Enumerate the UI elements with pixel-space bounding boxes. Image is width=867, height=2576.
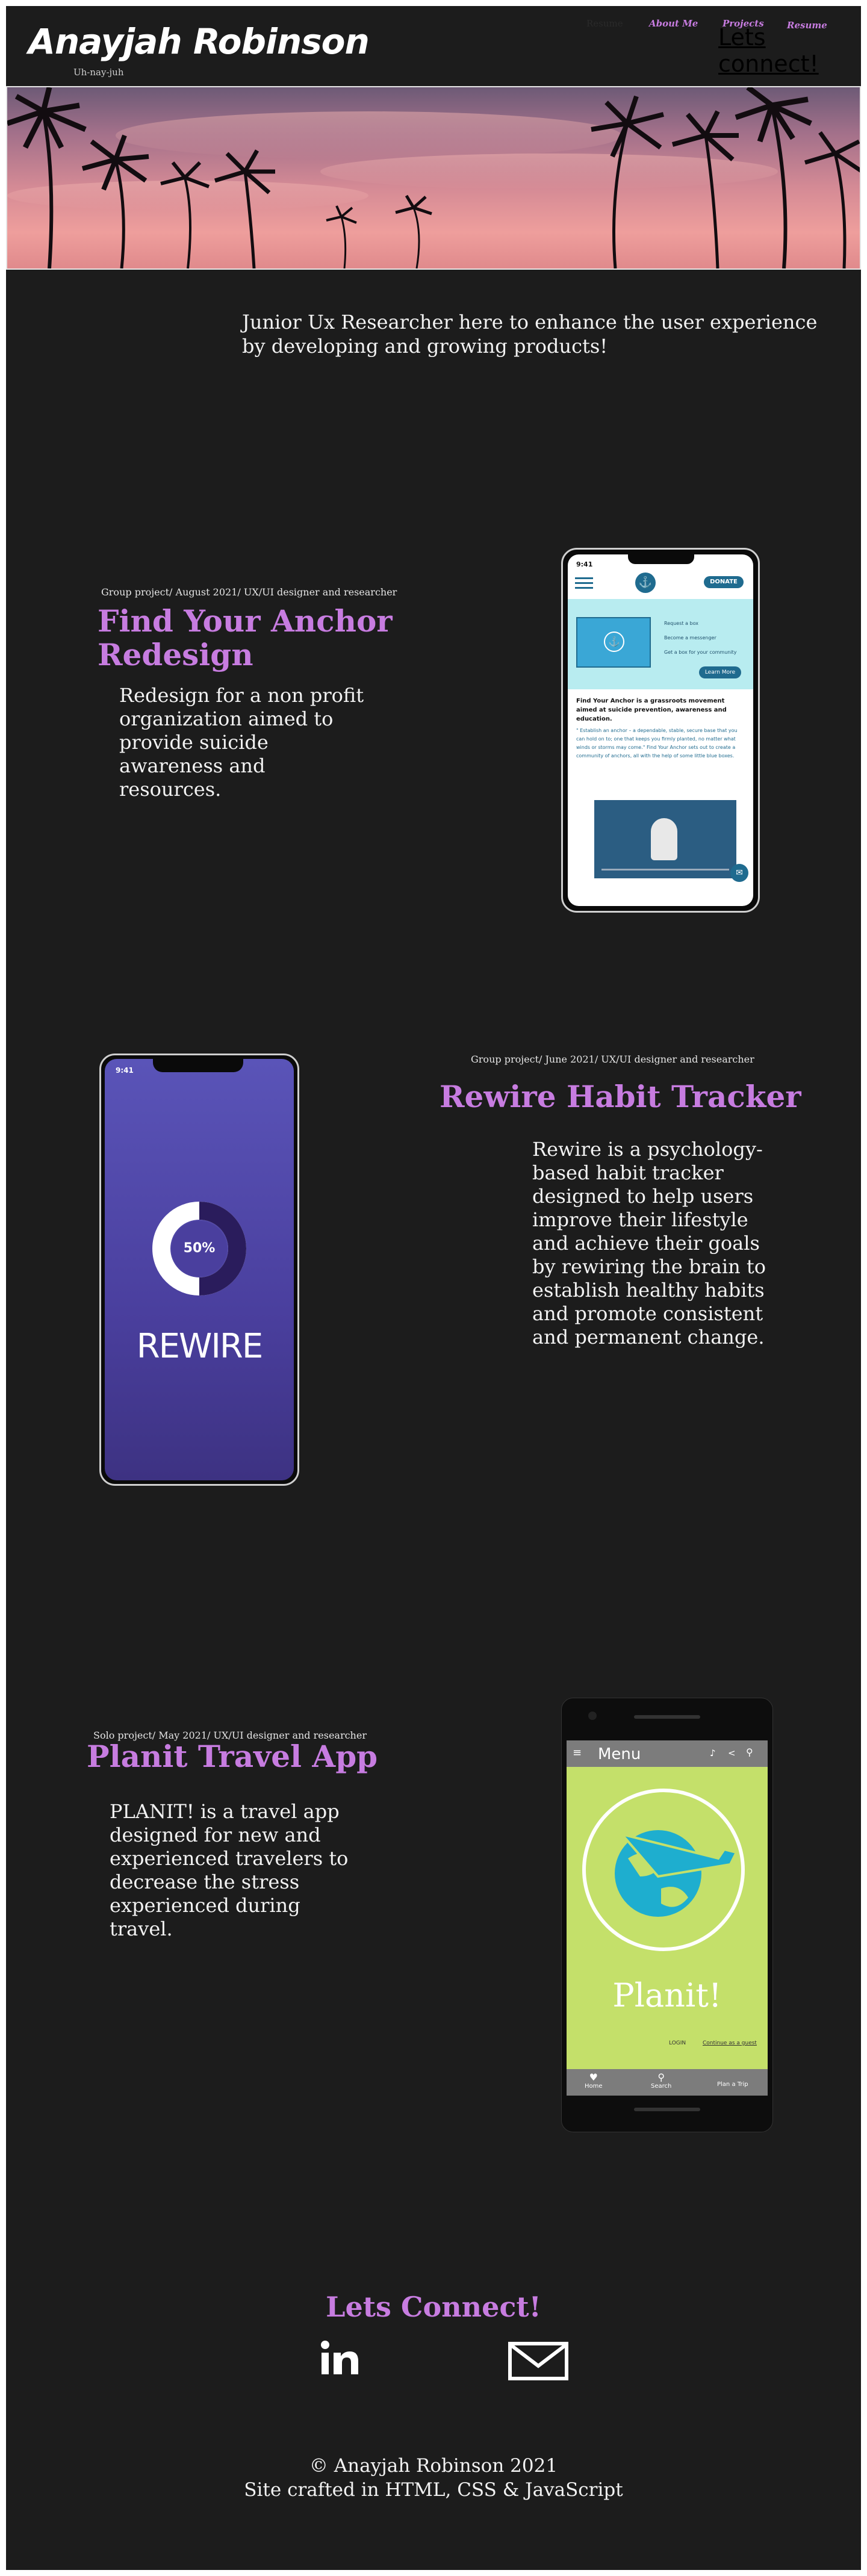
bell-icon[interactable]: ♪: [710, 1748, 716, 1758]
email-icon[interactable]: [508, 2342, 568, 2380]
status-time: 9:41: [576, 560, 593, 568]
rewire-mockup[interactable]: 9:41 50% REWIRE: [99, 1054, 299, 1486]
find-your-anchor-mockup[interactable]: 9:41 ⚓ DONATE ⚓ Request a box Become a m…: [561, 548, 760, 913]
donate-button[interactable]: DONATE: [704, 576, 744, 588]
mockup-body: " Establish an anchor – a dependable, st…: [576, 728, 738, 759]
phone-notch: [628, 554, 694, 564]
footer-copyright: © Anayjah Robinson 2021: [309, 2455, 558, 2477]
bottom-tab-bar: ♥ Home ⚲ Search Plan a Trip: [567, 2069, 768, 2096]
menu-icon[interactable]: ≡: [573, 1746, 582, 1759]
project-description: Rewire is a psychology-based habit track…: [532, 1138, 766, 1349]
share-icon[interactable]: <: [728, 1748, 736, 1758]
status-time: 9:41: [116, 1066, 134, 1075]
menu-item[interactable]: Become a messenger: [664, 635, 716, 641]
planit-mockup[interactable]: ≡ Menu ♪ < ⚲ Planit! LOGIN Continue as a…: [561, 1698, 773, 2132]
search-icon[interactable]: ⚲: [746, 1746, 753, 1758]
search-icon: ⚲: [657, 2072, 665, 2083]
project-title[interactable]: Planit Travel App: [87, 1740, 378, 1774]
chat-icon[interactable]: ✉: [730, 864, 748, 882]
nav-about-me[interactable]: About Me: [649, 18, 698, 29]
brand-name[interactable]: Anayjah Robinson: [28, 21, 370, 62]
footer-crafted: Site crafted in HTML, CSS & JavaScript: [244, 2479, 623, 2501]
phone-notch: [153, 1059, 243, 1072]
login-link[interactable]: LOGIN: [669, 2040, 686, 2046]
mockup-heading: Find Your Anchor is a grassroots movemen…: [576, 698, 727, 722]
hero-banner: [6, 86, 861, 270]
app-bar: ≡ Menu ♪ < ⚲: [567, 1740, 768, 1767]
nav-resume-top[interactable]: Resume: [586, 18, 623, 29]
rewire-wordmark: REWIRE: [136, 1327, 263, 1366]
page: Anayjah Robinson Uh-nay-juh Resume About…: [6, 6, 861, 2570]
blue-box-icon: ⚓: [576, 617, 651, 668]
intro-tagline: Junior Ux Researcher here to enhance the…: [242, 311, 818, 358]
project-title[interactable]: Find Your Anchor Redesign: [98, 604, 411, 672]
tab-search[interactable]: ⚲ Search: [651, 2072, 671, 2090]
tab-label: Search: [651, 2083, 672, 2090]
video-thumbnail[interactable]: [594, 800, 736, 878]
project-title[interactable]: Rewire Habit Tracker: [440, 1080, 801, 1114]
lets-connect-link[interactable]: Lets connect!: [718, 24, 861, 77]
project-description: PLANIT! is a travel app designed for new…: [110, 1800, 349, 1940]
globe-plane-logo: [582, 1789, 745, 1951]
project-description: Redesign for a non profit organization a…: [119, 684, 364, 801]
learn-more-button[interactable]: Learn More: [699, 666, 741, 678]
lets-connect-heading: Lets Connect!: [326, 2291, 541, 2323]
home-indicator: [634, 2108, 700, 2111]
hero-panel: ⚓ Request a box Become a messenger Get a…: [568, 599, 753, 689]
speaker-grill: [634, 1715, 700, 1719]
camera-icon: [588, 1712, 597, 1720]
menu-item[interactable]: Get a box for your community: [664, 650, 736, 655]
guest-link[interactable]: Continue as a guest: [703, 2040, 757, 2046]
project-meta: Group project/ June 2021/ UX/UI designer…: [471, 1054, 754, 1065]
pronunciation: Uh-nay-juh: [73, 67, 124, 78]
hamburger-icon: [575, 577, 593, 589]
tab-label: Home: [585, 2083, 603, 2090]
menu-item[interactable]: Request a box: [664, 621, 698, 626]
linkedin-icon[interactable]: [319, 2339, 361, 2376]
progress-label: 50%: [183, 1241, 216, 1256]
menu-title[interactable]: Menu: [598, 1745, 641, 1763]
planit-wordmark: Planit!: [612, 1976, 722, 2014]
project-meta: Group project/ August 2021/ UX/UI design…: [101, 586, 397, 598]
planit-screen: ≡ Menu ♪ < ⚲ Planit! LOGIN Continue as a…: [567, 1740, 768, 2096]
tab-plan-a-trip[interactable]: Plan a Trip: [717, 2081, 748, 2088]
palm-trees-image: [7, 87, 860, 268]
heart-icon: ♥: [589, 2072, 598, 2083]
anchor-logo-icon: ⚓: [635, 573, 656, 593]
tab-home[interactable]: ♥ Home: [585, 2072, 603, 2090]
